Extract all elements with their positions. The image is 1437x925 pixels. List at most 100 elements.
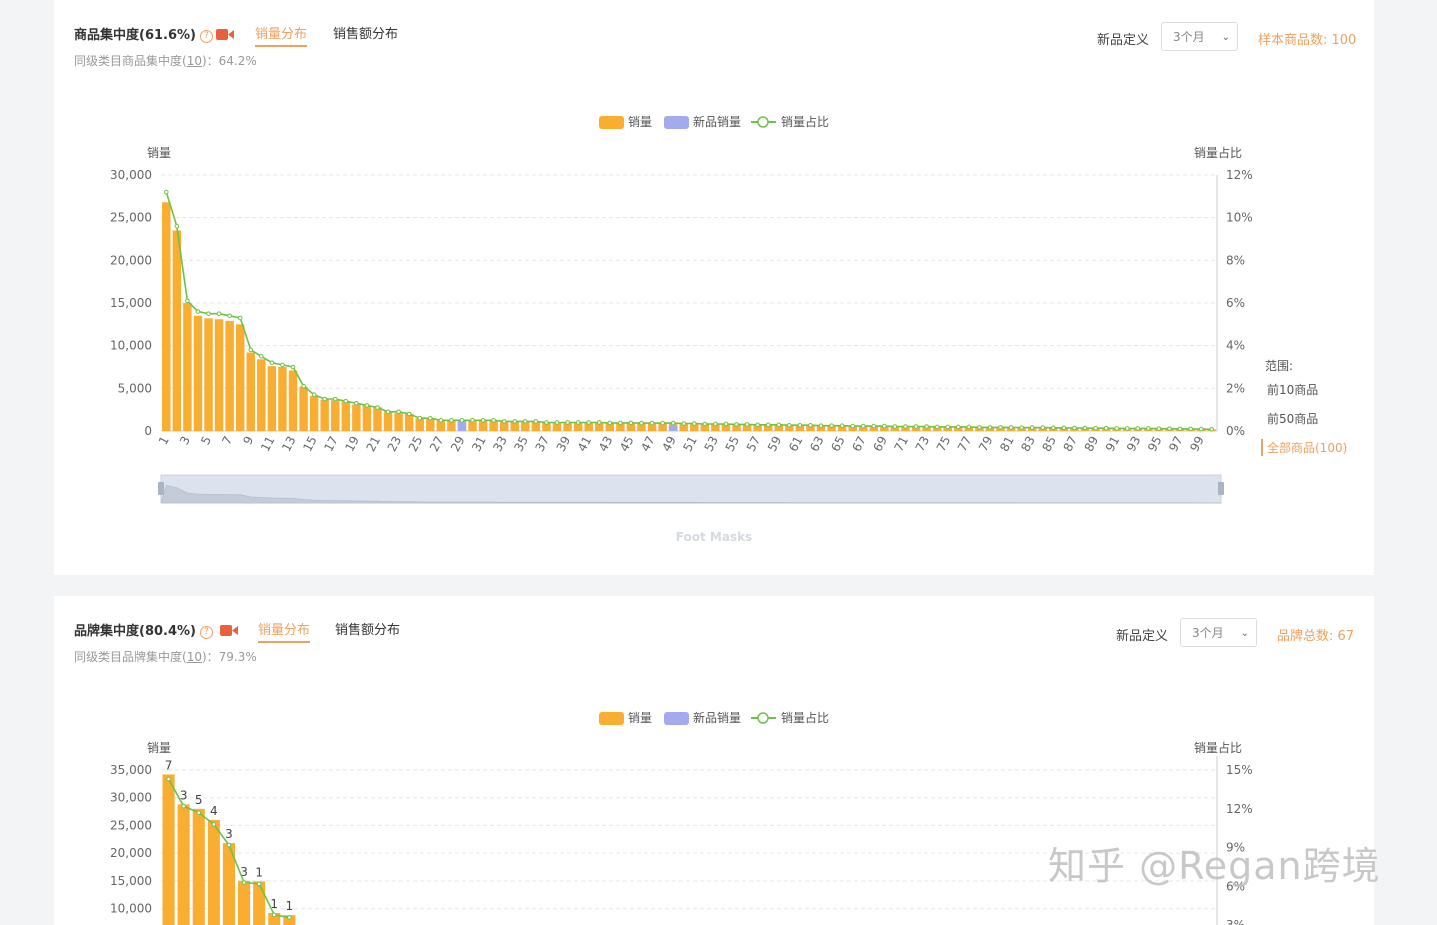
- x-tick-label: 21: [364, 434, 384, 454]
- range-top-50[interactable]: 前50商品: [1267, 410, 1318, 427]
- x-tick-label: 91: [1103, 434, 1123, 454]
- ratio-point: [860, 423, 866, 429]
- bar-sales: [225, 320, 234, 431]
- x-tick-label: 27: [427, 434, 447, 454]
- y-tick-label: 30,000: [110, 791, 152, 805]
- ratio-point: [575, 420, 581, 425]
- peer-link[interactable]: 10: [187, 54, 202, 68]
- y2-tick-label: 12%: [1226, 802, 1253, 816]
- sample-count: 样本商品数: 100: [1258, 33, 1357, 48]
- ratio-line: [165, 191, 1212, 431]
- y2-tick-label: 6%: [1226, 296, 1245, 310]
- section-title: 品牌集中度(80.4%)?: [74, 620, 213, 639]
- y-axis-left-title: 销量: [147, 741, 171, 755]
- range-all[interactable]: 全部商品(100): [1261, 439, 1347, 456]
- x-tick-label: 61: [786, 434, 806, 454]
- legend-sales-label: 销量: [628, 115, 652, 129]
- new-product-definition-label: 新品定义: [1116, 629, 1169, 644]
- y-tick-label: 30,000: [110, 168, 152, 182]
- ratio-point: [237, 315, 243, 321]
- sales-distribution-chart: 销量 新品销量 销量占比销量 销量占比0 0%5,000 2%10,000 4%15,000…: [110, 114, 1253, 504]
- ratio-point: [702, 421, 708, 427]
- ratio-point: [998, 425, 1003, 430]
- y-tick-label: 10,000: [110, 902, 152, 916]
- bar-sales: [162, 202, 171, 431]
- x-tick-label: 49: [659, 434, 679, 454]
- bar-sales: [426, 419, 435, 431]
- product-concentration-card: 商品集中度(61.6%)? 销量分布 销售额分布 同级类目商品集中度(10)：6…: [54, 0, 1374, 575]
- new-product-definition-label: 新品定义: [1097, 33, 1150, 48]
- legend-ratio-marker: [757, 116, 769, 128]
- ratio-point: [241, 880, 247, 885]
- bar-new-sales: [668, 425, 678, 431]
- range-top-10[interactable]: 前10商品: [1267, 381, 1318, 398]
- ratio-point: [607, 420, 613, 426]
- peer-suffix: )：64.2%: [201, 54, 257, 68]
- ratio-point: [1135, 426, 1141, 431]
- y-tick-label: 15,000: [110, 874, 152, 888]
- x-tick-label: 95: [1145, 434, 1165, 454]
- zoom-handle-right: [1218, 482, 1224, 495]
- new-product-period-select[interactable]: 3个月 ⌄: [1180, 618, 1257, 647]
- ratio-point: [1051, 425, 1056, 431]
- bar-data-label: 5: [195, 793, 203, 807]
- x-tick-label: 55: [723, 434, 743, 454]
- section-title: 商品集中度(61.6%)?: [74, 24, 213, 43]
- ratio-point: [977, 425, 982, 430]
- ratio-point: [618, 420, 623, 426]
- x-tick-label: 79: [976, 434, 996, 454]
- x-tick-label: 63: [807, 434, 827, 454]
- peer-suffix: )：79.3%: [201, 650, 257, 664]
- peer-link[interactable]: 10: [187, 650, 202, 664]
- bar-sales: [235, 324, 245, 431]
- ratio-point: [322, 396, 327, 402]
- question-circle-icon[interactable]: ?: [199, 626, 213, 639]
- ratio-point: [523, 419, 528, 424]
- ratio-point: [945, 424, 951, 430]
- y-tick-label: 0: [144, 424, 152, 438]
- legend-new-sales-label: 新品销量: [693, 114, 741, 129]
- y2-tick-label: 10%: [1226, 211, 1253, 225]
- select-value: 3个月: [1173, 30, 1205, 44]
- ratio-point: [470, 418, 475, 423]
- x-tick-label: 5: [198, 434, 214, 447]
- ratio-point: [449, 418, 454, 423]
- range-label: 范围:: [1265, 359, 1294, 373]
- video-camera-icon[interactable]: [216, 29, 234, 40]
- x-tick-label: 51: [680, 434, 700, 454]
- section-title-text: 品牌集中度(80.4%): [74, 624, 196, 639]
- new-product-period-select[interactable]: 3个月 ⌄: [1161, 22, 1238, 51]
- video-camera-icon[interactable]: [220, 625, 238, 636]
- ratio-point: [512, 419, 518, 424]
- y-tick-label: 20,000: [110, 846, 152, 860]
- x-tick-label: 89: [1082, 434, 1102, 454]
- brand-sales-chart: 销量 新品销量 销量占比销量 销量占比10,00015,00020,00025,000…: [110, 710, 1253, 925]
- tab-sales-revenue[interactable]: 销售额分布: [335, 619, 400, 641]
- ratio-point: [417, 415, 423, 421]
- ratio-point: [913, 424, 919, 429]
- tab-sales-volume[interactable]: 销量分布: [255, 23, 308, 47]
- x-tick-label: 11: [258, 434, 278, 454]
- ratio-point: [459, 418, 465, 423]
- bar-sales: [288, 370, 298, 431]
- x-tick-label: 97: [1166, 434, 1186, 454]
- ratio-point: [554, 420, 560, 425]
- ratio-point: [1146, 426, 1151, 431]
- x-tick-label: 77: [955, 434, 975, 454]
- tab-sales-revenue[interactable]: 销售额分布: [333, 23, 398, 45]
- x-tick-label: 67: [849, 434, 869, 454]
- ratio-point: [259, 354, 264, 359]
- x-tick-label: 13: [279, 434, 299, 454]
- ratio-point: [280, 362, 285, 368]
- tab-sales-volume[interactable]: 销量分布: [258, 619, 311, 643]
- select-value: 3个月: [1192, 626, 1224, 640]
- question-circle-icon[interactable]: ?: [199, 30, 213, 43]
- bar-sales: [309, 396, 319, 431]
- x-tick-label: 73: [913, 434, 933, 454]
- ratio-point: [787, 422, 792, 428]
- y2-tick-label: 0%: [1226, 424, 1245, 438]
- bar-sales: [299, 386, 308, 431]
- y-axis-right-title: 销量占比: [1194, 145, 1242, 160]
- ratio-point: [723, 421, 729, 427]
- ratio-point: [744, 422, 750, 427]
